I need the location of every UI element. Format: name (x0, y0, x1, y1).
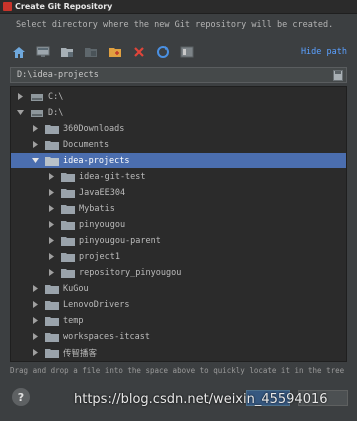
expand-arrow-icon[interactable] (47, 253, 55, 261)
expand-arrow-icon[interactable] (47, 189, 55, 197)
drive-icon (30, 108, 44, 118)
drive-icon (30, 92, 44, 102)
show-hidden-icon[interactable] (178, 43, 196, 61)
home-icon[interactable] (10, 43, 28, 61)
watermark: https://blog.csdn.net/weixin_45594016 (74, 392, 328, 407)
tree-item-label: Documents (63, 139, 110, 150)
expand-arrow-icon[interactable] (47, 173, 55, 181)
path-value: D:\idea-projects (17, 70, 99, 80)
tree-item-pinyougou[interactable]: pinyougou (11, 217, 346, 232)
tree-item-label: pinyougou-parent (79, 235, 161, 246)
collapse-arrow-icon[interactable] (31, 157, 39, 165)
folder-icon (61, 236, 75, 246)
tree-item-workspaces-itcast[interactable]: workspaces-itcast (11, 329, 346, 344)
tree-item-kugou[interactable]: KuGou (11, 281, 346, 296)
help-button[interactable]: ? (12, 388, 30, 406)
save-path-icon[interactable] (333, 70, 343, 84)
tree-item-mybatis[interactable]: Mybatis (11, 201, 346, 216)
tree-item-idea-git-test[interactable]: idea-git-test (11, 169, 346, 184)
refresh-icon[interactable] (154, 43, 172, 61)
tree-item-drive-c[interactable]: C:\ (11, 89, 346, 104)
folder-icon (45, 316, 59, 326)
directory-tree[interactable]: C:\ D:\ 360Downloads Documents idea-proj… (10, 86, 347, 362)
folder-icon (61, 204, 75, 214)
tree-item-label: repository_pinyougou (79, 267, 182, 278)
tree-item-360downloads[interactable]: 360Downloads (11, 121, 346, 136)
expand-arrow-icon[interactable] (47, 221, 55, 229)
folder-icon (61, 188, 75, 198)
folder-icon (61, 172, 75, 182)
expand-arrow-icon[interactable] (31, 301, 39, 309)
title-bar: Create Git Repository (0, 0, 357, 14)
drag-drop-hint: Drag and drop a file into the space abov… (10, 366, 345, 375)
tree-item-label: temp (63, 315, 84, 326)
desktop-icon[interactable] (34, 43, 52, 61)
tree-item-label: 传智播客 (63, 348, 98, 359)
expand-arrow-icon[interactable] (47, 205, 55, 213)
tree-item-idea-projects[interactable]: idea-projects (11, 153, 346, 168)
tree-item-pinyougou-parent[interactable]: pinyougou-parent (11, 233, 346, 248)
app-icon (3, 2, 12, 11)
folder-icon (45, 348, 59, 358)
expand-arrow-icon[interactable] (16, 93, 24, 101)
expand-arrow-icon[interactable] (31, 349, 39, 357)
project-folder-icon[interactable] (58, 43, 76, 61)
folder-icon (45, 140, 59, 150)
tree-item-label: pinyougou (79, 219, 126, 230)
folder-icon (61, 220, 75, 230)
module-folder-icon[interactable] (82, 43, 100, 61)
folder-icon (61, 252, 75, 262)
expand-arrow-icon[interactable] (31, 141, 39, 149)
expand-arrow-icon[interactable] (31, 125, 39, 133)
collapse-arrow-icon[interactable] (16, 109, 24, 117)
hide-path-link[interactable]: Hide path (301, 47, 347, 57)
delete-icon[interactable] (130, 43, 148, 61)
tree-item-lenovodrivers[interactable]: LenovoDrivers (11, 297, 346, 312)
tree-item-label: KuGou (63, 283, 89, 294)
tree-item-label: JavaEE304 (79, 187, 126, 198)
tree-item-javaee304[interactable]: JavaEE304 (11, 185, 346, 200)
window-title: Create Git Repository (15, 2, 113, 11)
tree-item-drive-d[interactable]: D:\ (11, 105, 346, 120)
tree-item-label: idea-projects (63, 155, 130, 166)
folder-icon (45, 284, 59, 294)
tree-item-label: LenovoDrivers (63, 299, 130, 310)
tree-item-label: Mybatis (79, 203, 115, 214)
tree-item-repository-pinyougou[interactable]: repository_pinyougou (11, 265, 346, 280)
tree-item-chuanzhi-boke[interactable]: 传智播客 (11, 345, 346, 360)
folder-icon (45, 124, 59, 134)
expand-arrow-icon[interactable] (47, 269, 55, 277)
tree-item-label: D:\ (48, 107, 64, 118)
folder-icon (61, 268, 75, 278)
tree-item-documents[interactable]: Documents (11, 137, 346, 152)
tree-item-temp[interactable]: temp (11, 313, 346, 328)
folder-icon (45, 300, 59, 310)
folder-icon (45, 332, 59, 342)
tree-item-label: workspaces-itcast (63, 331, 150, 342)
expand-arrow-icon[interactable] (31, 285, 39, 293)
tree-item-project1[interactable]: project1 (11, 249, 346, 264)
tree-item-label: 360Downloads (63, 123, 125, 134)
new-folder-icon[interactable] (106, 43, 124, 61)
path-field[interactable]: D:\idea-projects (10, 67, 347, 83)
folder-icon (45, 156, 59, 166)
dialog-description: Select directory where the new Git repos… (16, 20, 334, 30)
toolbar (10, 41, 349, 63)
expand-arrow-icon[interactable] (31, 333, 39, 341)
tree-item-label: idea-git-test (79, 171, 146, 182)
expand-arrow-icon[interactable] (47, 237, 55, 245)
tree-item-label: C:\ (48, 91, 64, 102)
tree-item-label: project1 (79, 251, 120, 262)
expand-arrow-icon[interactable] (31, 317, 39, 325)
